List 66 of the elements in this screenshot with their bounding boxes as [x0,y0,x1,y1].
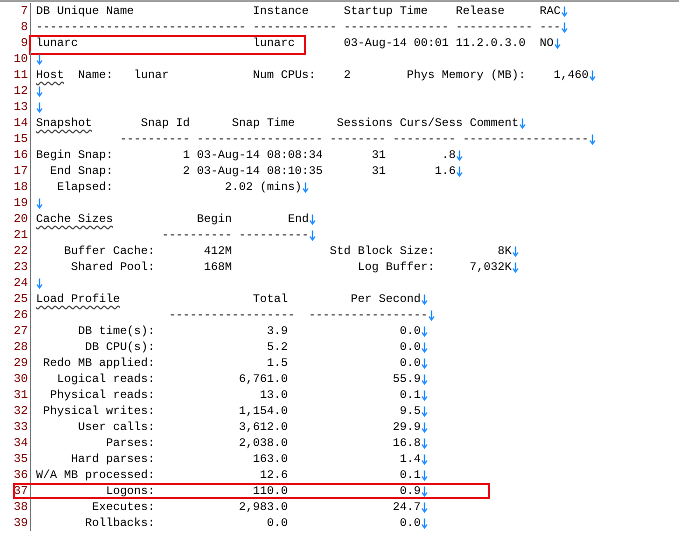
code-text: Name: lunar Num CPUs: 2 Phys Memory (MB): 1,460 [76,67,589,83]
code-text: Executes: 2,983.0 24.7 [90,499,421,515]
code-text: Physical reads: 13.0 0.1 [48,387,421,403]
line-number: 35 [0,451,31,467]
code-text: Begin Snap: 1 03-Aug-14 08:08:34 31 .8 [36,147,456,163]
line-number: 15 [0,131,31,147]
line-number: 27 [0,323,31,339]
line-number: 17 [0,163,31,179]
line-number: 11 [0,67,31,83]
line-number: 14 [0,115,31,131]
code-text: Buffer Cache: 412M Std Block Size: 8K [62,243,512,259]
code-text: Physical writes: 1,154.0 9.5 [42,403,421,419]
code-text: ---------- ------------------ -------- --------- ------------------ [118,131,589,147]
code-text: Begin End [196,211,309,227]
code-text: DB time(s): 3.9 0.0 [76,323,421,339]
code-text: Cache Sizes [36,211,113,227]
code-text: DB CPU(s): 5.2 0.0 [84,339,421,355]
line-number: 37 [0,483,31,499]
line-number: 22 [0,243,31,259]
code-text: Snap Id Snap Time Sessions Curs/Sess Comment [140,115,519,131]
code-text: W/A MB processed: 12.6 0.1 [36,467,421,483]
code-text: Parses: 2,038.0 16.8 [104,435,421,451]
code-text: End Snap: 2 03-Aug-14 08:10:35 31 1.6 [48,163,456,179]
code-text: 03-Aug-14 00:01 11.2.0.3.0 NO [342,35,554,51]
line-number: 36 [0,467,31,483]
code-text: Hard parses: 163.0 1.4 [70,451,421,467]
line-number: 29 [0,355,31,371]
line-number: 38 [0,499,31,515]
line-number: 13 [0,99,31,115]
line-number: 16 [0,147,31,163]
line-number: 12 [0,83,31,99]
line-number: 28 [0,339,31,355]
code-text: ---------- ---------- [160,227,309,243]
line-number: 32 [0,403,31,419]
code-text: Rollbacks: 0.0 0.0 [84,515,421,531]
code-text: ------------------ ----------------- [168,307,428,323]
line-number: 39 [0,515,31,531]
line-number: 33 [0,419,31,435]
code-text: Redo MB applied: 1.5 0.0 [42,355,421,371]
line-number: 19 [0,195,31,211]
code-text: Logons: 110.0 0.9 [104,483,421,499]
line-number: 25 [0,291,31,307]
line-number: 9 [0,35,31,51]
line-number: 31 [0,387,31,403]
code-text: Load Profile [36,291,120,307]
line-number: 10 [0,51,31,67]
code-text: User calls: 3,612.0 29.9 [76,419,421,435]
line-number: 7 [0,3,31,19]
line-number: 18 [0,179,31,195]
code-text: ------------------------------ ------------ --------------- ----------- --- [36,19,561,35]
line-number: 26 [0,307,31,323]
code-text: Snapshot [36,115,92,131]
code-text: lunarc lunarc [36,35,295,51]
line-number: 8 [0,19,31,35]
code-text: Logical reads: 6,761.0 55.9 [56,371,421,387]
code-text: DB Unique Name Instance Startup Time Release RAC [36,3,561,19]
code-text: Total Per Second [252,291,421,307]
line-number: 30 [0,371,31,387]
line-number: 21 [0,227,31,243]
line-number: 23 [0,259,31,275]
line-number: 24 [0,275,31,291]
line-number: 20 [0,211,31,227]
code-text: Elapsed: 2.02 (mins) [56,179,302,195]
code-text: Host [36,67,64,83]
code-text: Shared Pool: 168M Log Buffer: 7,032K [70,259,512,275]
line-number: 34 [0,435,31,451]
